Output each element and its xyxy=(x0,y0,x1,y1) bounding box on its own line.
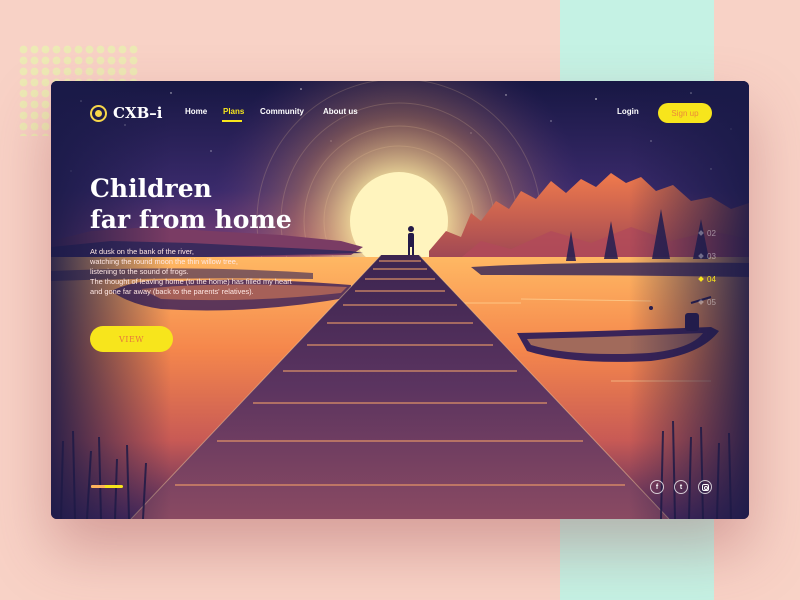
view-button[interactable]: VIEW xyxy=(90,326,173,352)
pager-number: 03 xyxy=(707,251,716,261)
pager-item-02[interactable]: 02 xyxy=(698,227,716,239)
diamond-icon xyxy=(698,230,704,236)
twitter-icon[interactable]: t xyxy=(674,480,688,494)
nav-item-home[interactable]: Home xyxy=(185,107,207,116)
pager-item-04[interactable]: 04 xyxy=(698,273,716,285)
logo-mark-icon xyxy=(90,104,107,122)
hero-paragraph-line: and gone far away (back to the parents' … xyxy=(90,287,254,296)
hero-paragraph: At dusk on the bank of the river, watchi… xyxy=(90,247,340,297)
pager-number: 02 xyxy=(707,228,716,238)
hero-title-line: far from home xyxy=(90,205,292,234)
signup-button[interactable]: Sign up xyxy=(658,103,712,123)
pager-item-03[interactable]: 03 xyxy=(698,250,716,262)
pager-item-05[interactable]: 05 xyxy=(698,296,716,308)
hero-paragraph-line: The thought of leaving home (to the home… xyxy=(90,277,292,286)
brand-name: CXB–i xyxy=(113,104,163,122)
hero-paragraph-line: watching the round moon the thin willow … xyxy=(90,257,238,266)
hero-illustration xyxy=(51,81,749,519)
diamond-icon xyxy=(698,253,704,259)
hero-paragraph-line: At dusk on the bank of the river, xyxy=(90,247,194,256)
facebook-glyph: f xyxy=(655,483,659,491)
instagram-glyph xyxy=(701,483,709,491)
hero-card: CXB–i Home Plans Community About us Logi… xyxy=(51,81,749,519)
nav-item-community[interactable]: Community xyxy=(260,107,304,116)
pager-number: 05 xyxy=(707,297,716,307)
diamond-icon xyxy=(698,276,704,282)
diamond-icon xyxy=(698,299,704,305)
login-link[interactable]: Login xyxy=(617,107,639,116)
instagram-icon[interactable] xyxy=(698,480,712,494)
hero-paragraph-line: listening to the sound of frogs. xyxy=(90,267,189,276)
brand-logo[interactable]: CXB–i xyxy=(90,103,162,123)
top-navigation: CXB–i Home Plans Community About us Logi… xyxy=(51,81,749,145)
nav-item-plans[interactable]: Plans xyxy=(223,107,244,116)
hero-title: Children far from home xyxy=(90,173,380,235)
facebook-icon[interactable]: f xyxy=(650,480,664,494)
nav-item-about-us[interactable]: About us xyxy=(323,107,358,116)
twitter-glyph: t xyxy=(679,483,683,491)
slide-progress-fill xyxy=(91,485,105,488)
active-nav-underline xyxy=(222,120,242,122)
pager-number: 04 xyxy=(707,274,716,284)
hero-title-line: Children xyxy=(90,174,212,203)
